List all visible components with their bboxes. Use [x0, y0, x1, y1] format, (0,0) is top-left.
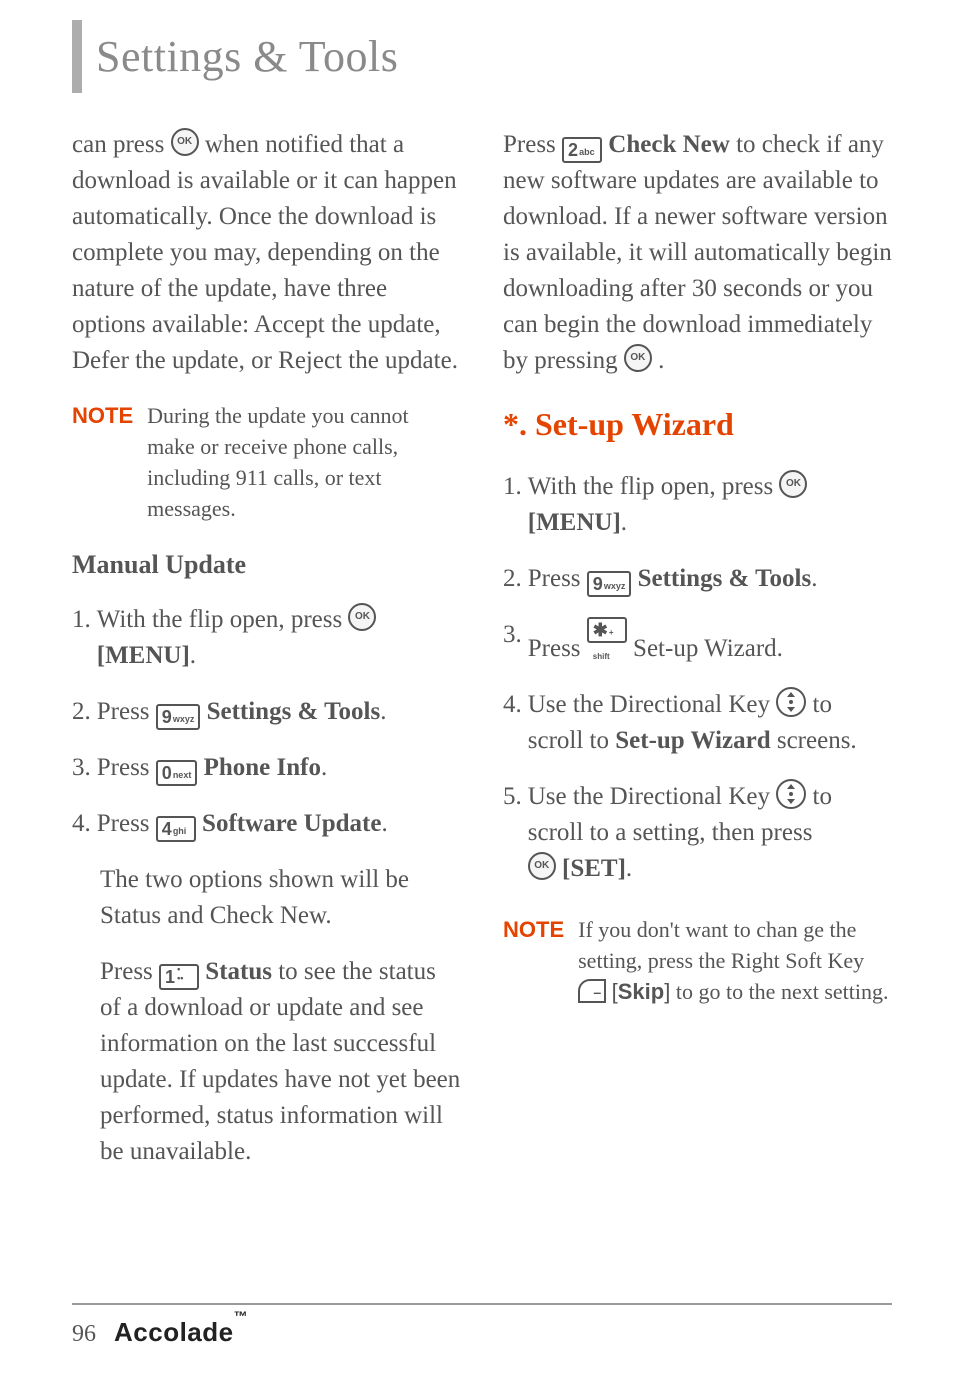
wstep3-label: Set-up Wizard. — [633, 635, 783, 662]
intro-text-a: can press — [72, 131, 171, 158]
directional-key-icon — [776, 779, 806, 809]
wstep4-text-d: screens. — [777, 727, 857, 754]
right-soft-key-icon — [578, 979, 606, 1003]
wstep2-text-a: Press — [528, 565, 587, 592]
key-2-main: 2 — [568, 140, 578, 160]
step3-label: Phone Info — [204, 754, 321, 781]
page-number: 96 — [72, 1321, 96, 1348]
note-label: NOTE — [72, 401, 133, 431]
key-0-main: 0 — [162, 763, 172, 783]
manual-step-2: 2. Press 9wxyz Settings & Tools. — [72, 694, 461, 730]
key-4-icon: 4ghi — [156, 816, 196, 842]
page-title: Settings & Tools — [96, 20, 398, 93]
step-number: 1. — [72, 602, 91, 674]
manual-step-1: 1. With the flip open, press [MENU]. — [72, 602, 461, 674]
ok-key-icon — [624, 344, 652, 372]
intro-text-b: when notified that a download is availab… — [72, 131, 458, 374]
check-text-c: to check if any new software updates are… — [503, 131, 892, 374]
step-number: 3. — [503, 617, 522, 667]
key-9-icon: 9wxyz — [156, 704, 201, 730]
note-label: NOTE — [503, 915, 564, 945]
page-header: Settings & Tools — [72, 20, 892, 93]
wstep5-set: [SET] — [562, 855, 626, 882]
manual-step-4: 4. Press 4ghi Software Update. — [72, 806, 461, 842]
step3-text-a: Press — [97, 754, 156, 781]
key-1-dots: ••• — [177, 965, 183, 983]
wstep4-label: Set-up Wizard — [615, 727, 770, 754]
key-2-icon: 2abc — [562, 137, 602, 163]
step4-text-a: Press — [97, 810, 156, 837]
manual-update-heading: Manual Update — [72, 546, 461, 583]
step1-menu: [MENU] — [97, 642, 190, 669]
ok-key-icon — [171, 128, 199, 156]
key-9-icon: 9wxyz — [587, 571, 632, 597]
step-number: 2. — [503, 561, 522, 597]
footer-rule — [72, 1303, 892, 1305]
intro-paragraph: can press when notified that a download … — [72, 127, 461, 379]
note-body: During the update you cannot make or rec… — [147, 401, 461, 524]
key-4-main: 4 — [162, 819, 172, 839]
step2-text-a: Press — [97, 698, 156, 725]
key-0-icon: 0next — [156, 760, 198, 786]
step-number: 3. — [72, 750, 91, 786]
wizard-step-5: 5. Use the Directional Key to scroll to … — [503, 779, 892, 887]
key-1-icon: 1••• — [159, 964, 199, 990]
wizard-step-1: 1. With the flip open, press [MENU]. — [503, 469, 892, 541]
ok-key-icon — [779, 470, 807, 498]
key-9-sub: wxyz — [173, 714, 195, 724]
right-column: Press 2abc Check New to check if any new… — [503, 127, 892, 1190]
status-text-c: to see the status of a download or updat… — [100, 958, 460, 1165]
wstep3-text-a: Press — [528, 635, 587, 662]
step2-label: Settings & Tools — [207, 698, 381, 725]
step-number: 5. — [503, 779, 522, 887]
left-column: can press when notified that a download … — [72, 127, 461, 1190]
manual-step-3: 3. Press 0next Phone Info. — [72, 750, 461, 786]
key-2-sub: abc — [579, 147, 595, 157]
note-text-a: If you don't want to chan ge the setting… — [578, 917, 864, 973]
wstep1-menu: [MENU] — [528, 509, 621, 536]
key-star-icon: ✱+shift — [587, 617, 627, 643]
check-new-label: Check New — [608, 131, 730, 158]
ok-key-icon — [348, 603, 376, 631]
key-star-main: ✱ — [593, 620, 608, 640]
note-text-c: to go to the next setting. — [676, 979, 889, 1004]
wstep1-text-a: With the flip open, press — [528, 473, 780, 500]
step1-text-a: With the flip open, press — [97, 606, 349, 633]
step-number: 4. — [503, 687, 522, 759]
setup-wizard-heading: *. Set-up Wizard — [503, 401, 892, 447]
status-text-a: Press — [100, 958, 159, 985]
key-0-sub: next — [173, 770, 192, 780]
wizard-step-4: 4. Use the Directional Key to scroll to … — [503, 687, 892, 759]
wstep2-label: Settings & Tools — [638, 565, 812, 592]
step-number: 4. — [72, 806, 91, 842]
page-footer: 96 Accolade™ — [72, 1303, 892, 1348]
check-new-paragraph: Press 2abc Check New to check if any new… — [503, 127, 892, 379]
step-number: 1. — [503, 469, 522, 541]
two-options-paragraph: The two options shown will be Status and… — [100, 862, 461, 934]
note-block: NOTE If you don't want to chan ge the se… — [503, 915, 892, 1007]
note-block: NOTE During the update you cannot make o… — [72, 401, 461, 524]
wstep4-text-a: Use the Directional Key — [528, 691, 777, 718]
step4-label: Software Update — [202, 810, 381, 837]
wstep5-text-a: Use the Directional Key — [528, 783, 777, 810]
wizard-step-3: 3. Press ✱+shift Set-up Wizard. — [503, 617, 892, 667]
wizard-step-2: 2. Press 9wxyz Settings & Tools. — [503, 561, 892, 597]
check-text-a: Press — [503, 131, 562, 158]
key-4-sub: ghi — [173, 826, 187, 836]
key-9-main: 9 — [162, 707, 172, 727]
note-body: If you don't want to chan ge the setting… — [578, 915, 892, 1007]
ok-key-icon — [528, 852, 556, 880]
step-number: 2. — [72, 694, 91, 730]
key-9-main: 9 — [593, 574, 603, 594]
key-9-sub: wxyz — [604, 581, 626, 591]
status-label: Status — [205, 958, 272, 985]
header-accent-bar — [72, 20, 82, 93]
key-1-main: 1 — [165, 967, 175, 987]
status-paragraph: Press 1••• Status to see the status of a… — [100, 954, 461, 1170]
directional-key-icon — [776, 687, 806, 717]
brand-name: Accolade™ — [114, 1317, 248, 1348]
